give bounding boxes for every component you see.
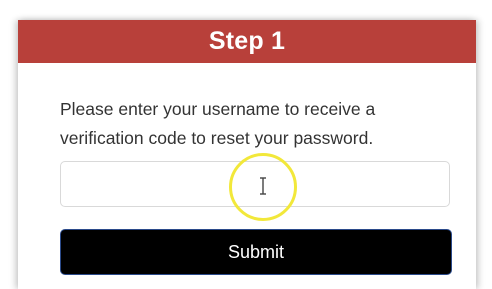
instructions-text: Please enter your username to receive a … (60, 99, 376, 148)
step-title: Step 1 (208, 27, 286, 55)
step-header: Step 1 (18, 20, 476, 63)
submit-button[interactable]: Submit (60, 229, 452, 275)
reset-password-card: Step 1 Please enter your username to rec… (18, 20, 476, 289)
username-input[interactable] (60, 161, 450, 207)
page: Step 1 Please enter your username to rec… (0, 0, 492, 289)
